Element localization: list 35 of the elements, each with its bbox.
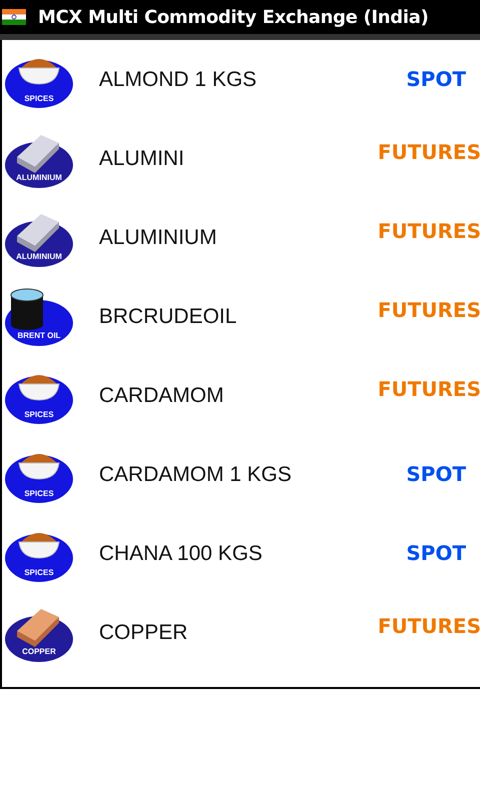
commodity-name: ALUMINI <box>99 146 184 170</box>
commodity-name: COPPER <box>99 620 188 644</box>
app-title: MCX Multi Commodity Exchange (India) <box>38 6 428 28</box>
icon-label: ALUMINIUM <box>15 172 63 182</box>
icon-label: SPICES <box>23 568 55 576</box>
market-type: FUTURES <box>378 219 480 243</box>
commodity-row[interactable]: ALUMINIUM ALUMINIUM FUTURES <box>2 198 480 277</box>
market-type: FUTURES <box>378 614 480 638</box>
market-type: FUTURES <box>378 140 480 164</box>
commodity-name: CHANA 100 KGS <box>99 542 262 566</box>
commodity-row[interactable]: ALUMINIUM ALUMINI FUTURES <box>2 119 480 198</box>
icon-label: COPPER <box>21 646 57 656</box>
icon-label: SPICES <box>23 94 55 102</box>
commodity-row[interactable]: SPICES CARDAMOM 1 KGS SPOT <box>2 435 480 514</box>
market-type: SPOT <box>406 67 466 91</box>
icon-label: ALUMINIUM <box>15 252 63 260</box>
market-type: FUTURES <box>378 298 480 322</box>
commodity-name: CARDAMOM <box>99 384 224 408</box>
oil-barrel-icon <box>3 286 75 346</box>
commodity-row[interactable]: SPICES CHANA 100 KGS SPOT <box>2 514 480 593</box>
commodity-row[interactable]: COPPER COPPER FUTURES <box>2 593 480 672</box>
icon-label: BRENT OIL <box>16 330 62 340</box>
icon-label: SPICES <box>23 488 55 498</box>
market-type: SPOT <box>406 462 466 486</box>
commodity-row[interactable]: BRENT OIL BRCRUDEOIL FUTURES <box>2 277 480 356</box>
flag-icon <box>2 9 26 25</box>
commodity-row[interactable]: SPICES CARDAMOM FUTURES <box>2 356 480 435</box>
icon-label: SPICES <box>23 410 55 418</box>
market-type: SPOT <box>406 541 466 565</box>
commodity-name: ALMOND 1 KGS <box>99 68 257 92</box>
commodity-name: ALUMINIUM <box>99 226 217 250</box>
commodity-name: BRCRUDEOIL <box>99 304 237 328</box>
commodity-row[interactable]: SPICES ALMOND 1 KGS SPOT <box>2 40 480 119</box>
market-type: FUTURES <box>378 377 480 401</box>
commodity-name: CARDAMOM 1 KGS <box>99 462 292 486</box>
